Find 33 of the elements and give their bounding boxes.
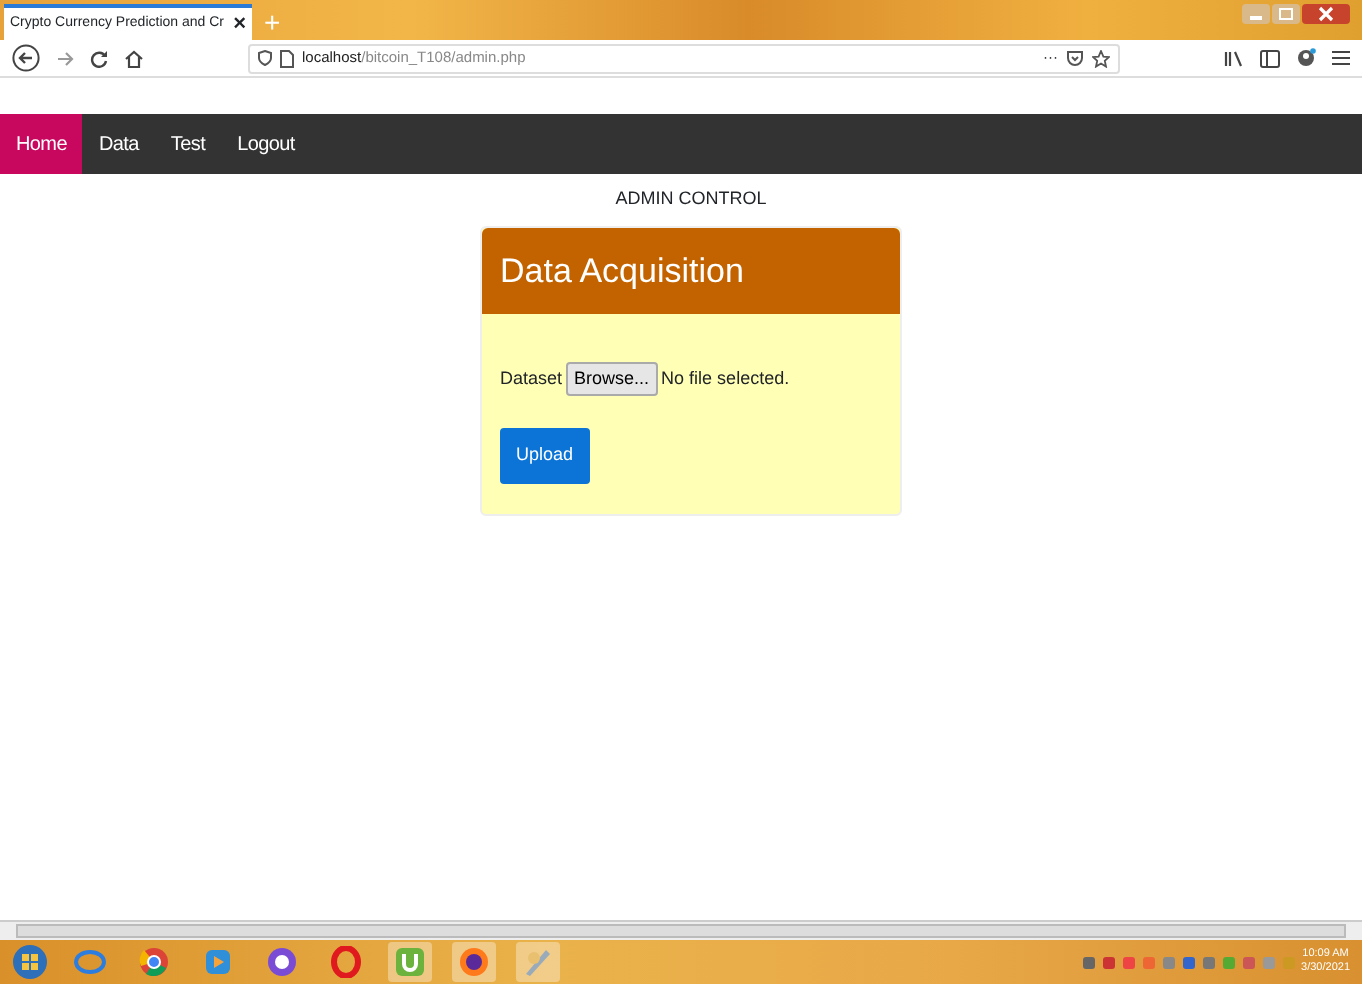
torrent-icon[interactable] xyxy=(394,946,426,978)
paint-brush-icon[interactable] xyxy=(522,946,554,978)
menu-icon[interactable] xyxy=(1332,50,1350,66)
upload-button[interactable]: Upload xyxy=(500,428,590,483)
start-orb-icon[interactable] xyxy=(12,944,48,980)
nav-link[interactable]: Logout xyxy=(221,114,311,174)
tab-close-button[interactable]: × xyxy=(233,13,246,35)
ring-icon[interactable] xyxy=(330,946,362,978)
nav-link[interactable]: Data xyxy=(82,114,155,174)
horizontal-scrollbar[interactable] xyxy=(0,920,1362,940)
card-title: Data Acquisition xyxy=(482,227,900,313)
file-status: No file selected. xyxy=(661,365,790,391)
sidebar-icon[interactable] xyxy=(1260,49,1280,67)
browse-button[interactable]: Browse... xyxy=(566,361,658,396)
forward-icon[interactable] xyxy=(56,49,74,67)
star-icon[interactable] xyxy=(1092,49,1110,67)
maximize-button[interactable] xyxy=(1272,4,1300,24)
close-button[interactable] xyxy=(1302,4,1350,24)
pocket-icon[interactable] xyxy=(1066,49,1084,67)
shield-icon xyxy=(258,50,272,66)
page-icon xyxy=(280,49,294,67)
minimize-button[interactable] xyxy=(1242,4,1270,24)
back-icon[interactable] xyxy=(12,44,40,72)
library-icon[interactable] xyxy=(1224,49,1244,67)
account-icon[interactable] xyxy=(1296,48,1316,68)
chrome-like-icon[interactable] xyxy=(138,946,170,978)
page-heading: ADMIN CONTROL xyxy=(613,186,769,212)
media-player-icon[interactable] xyxy=(202,946,234,978)
field-label: Dataset xyxy=(500,365,563,391)
nav-link[interactable]: Home xyxy=(0,114,83,174)
reload-icon[interactable] xyxy=(90,49,108,67)
nav-link[interactable]: Test xyxy=(154,114,222,174)
home-icon[interactable] xyxy=(124,49,144,67)
